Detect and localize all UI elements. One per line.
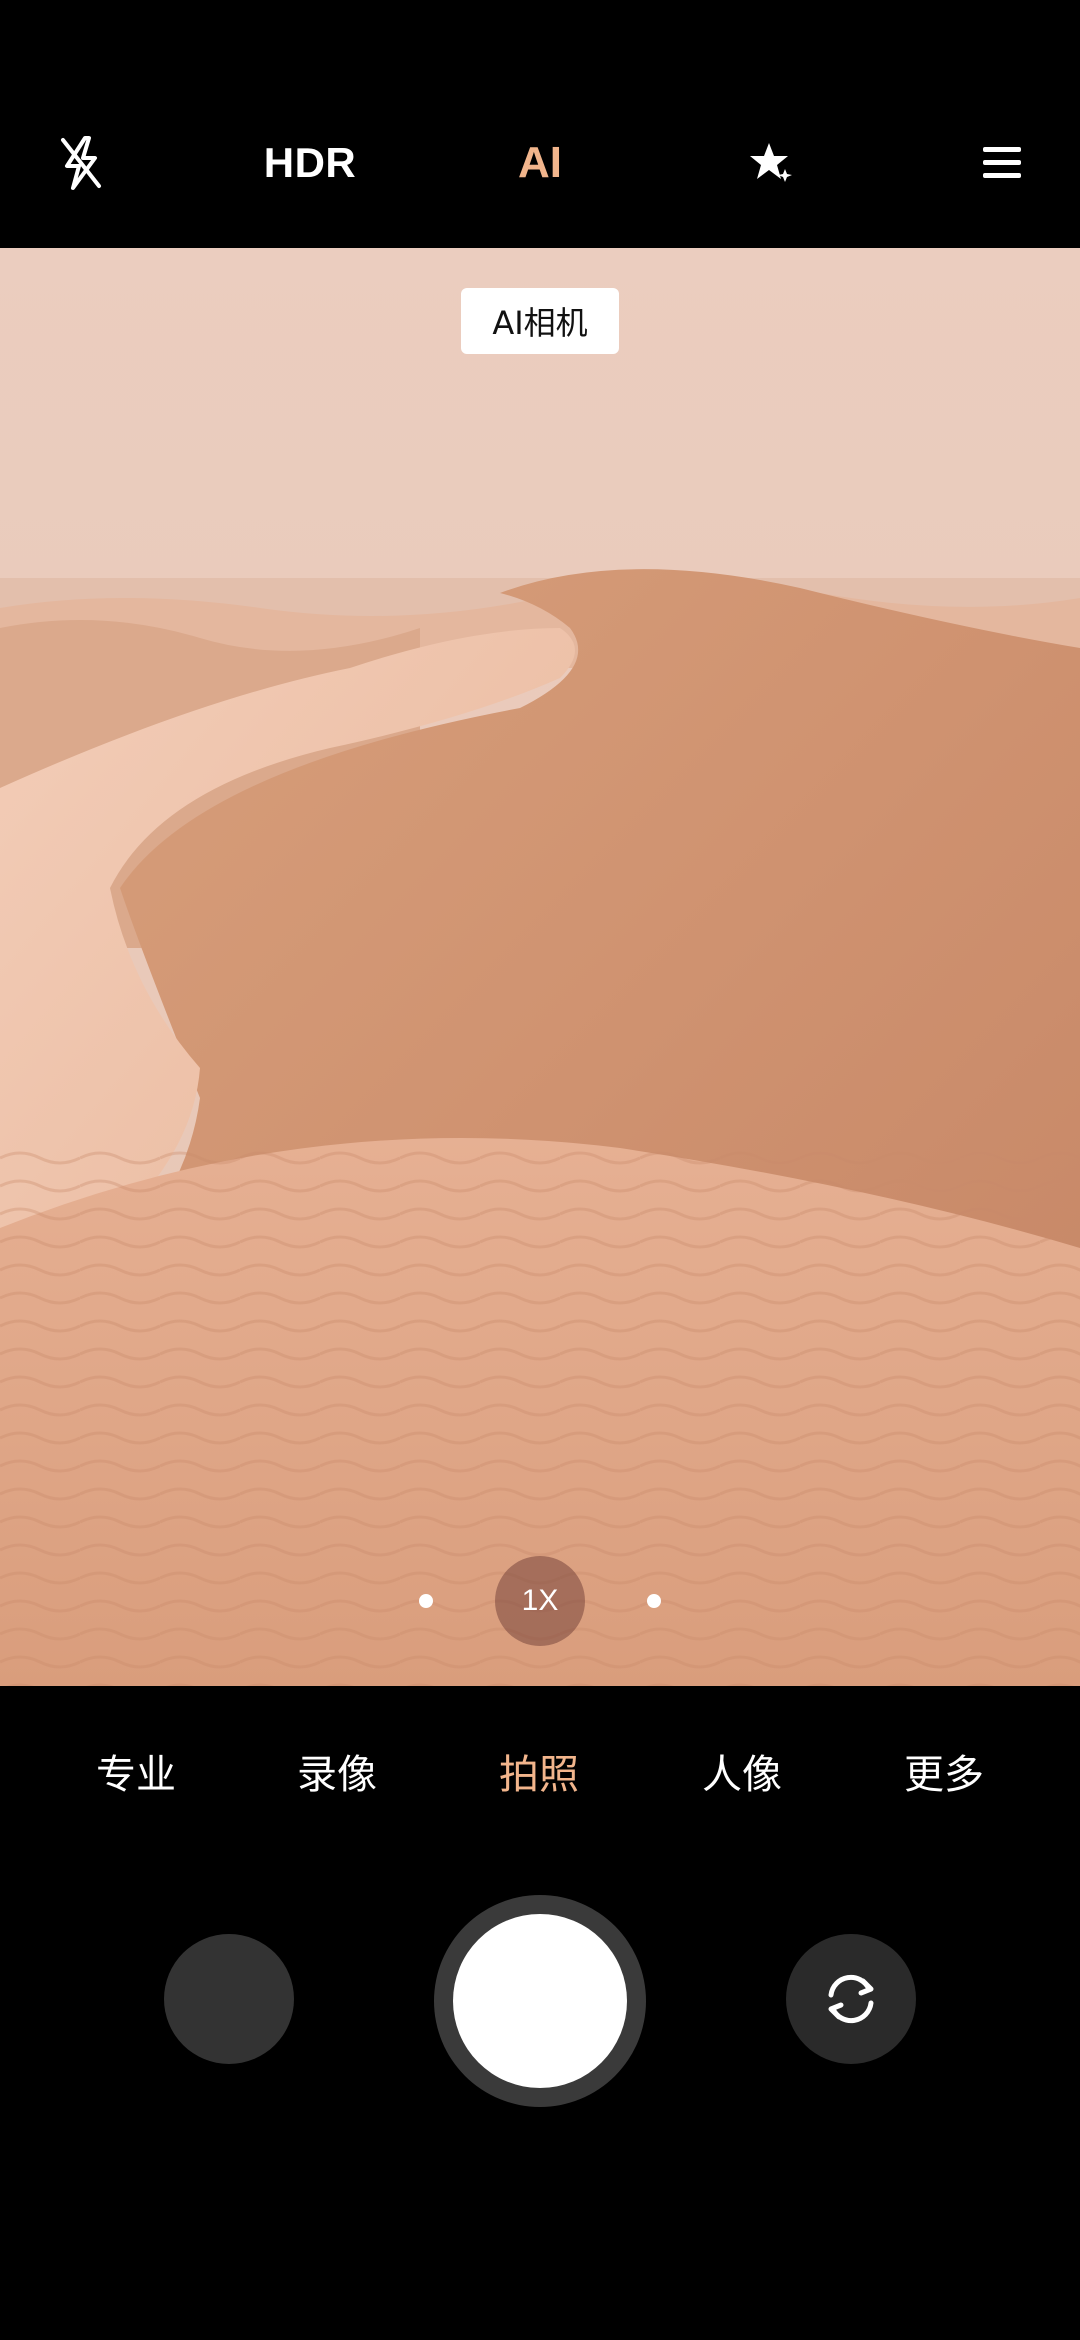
desert-scene-image: [0, 248, 1080, 1686]
zoom-button[interactable]: 1X: [495, 1556, 585, 1646]
mode-selector: 专业 录像 拍照 人像 更多: [0, 1686, 1080, 1846]
camera-preview[interactable]: [0, 248, 1080, 1686]
mode-photo[interactable]: 拍照: [469, 1742, 609, 1800]
capture-controls: [0, 1846, 1080, 2340]
mode-pro[interactable]: 专业: [66, 1742, 206, 1800]
sparkle-icon[interactable]: [736, 118, 806, 208]
camera-switch-icon[interactable]: [786, 1934, 916, 2064]
ai-scene-badge: AI相机: [461, 288, 619, 354]
top-toolbar: HDR AI: [0, 0, 1080, 248]
gallery-thumbnail[interactable]: [164, 1934, 294, 2064]
zoom-dot-left[interactable]: [419, 1594, 433, 1608]
mode-video[interactable]: 录像: [267, 1742, 407, 1800]
mode-more[interactable]: 更多: [874, 1742, 1014, 1800]
mode-portrait[interactable]: 人像: [672, 1742, 812, 1800]
hdr-toggle[interactable]: HDR: [240, 118, 380, 208]
zoom-dot-right[interactable]: [647, 1594, 661, 1608]
ai-toggle[interactable]: AI: [480, 118, 600, 208]
shutter-button[interactable]: [453, 1914, 627, 2088]
flash-off-icon[interactable]: [48, 118, 114, 208]
menu-icon[interactable]: [972, 118, 1032, 208]
